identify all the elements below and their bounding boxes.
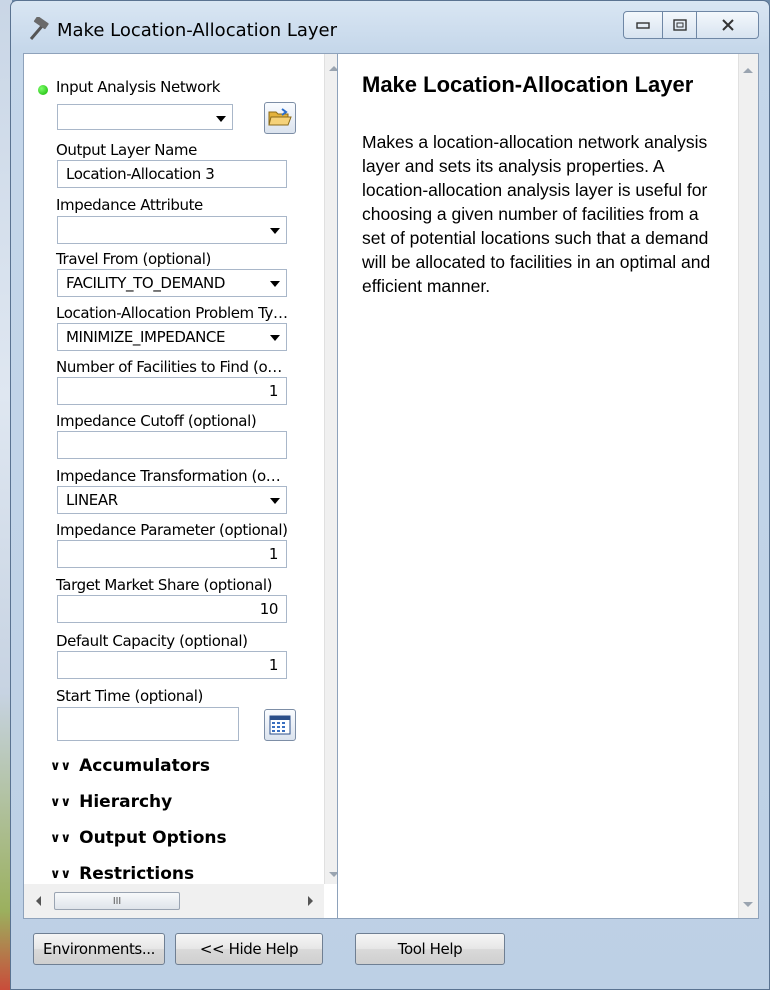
title-bar[interactable]: Make Location-Allocation Layer xyxy=(11,1,769,53)
start-time-input[interactable] xyxy=(57,707,239,741)
impedance-parameter-label: Impedance Parameter (optional) xyxy=(56,521,288,539)
impedance-attribute-dropdown[interactable] xyxy=(57,216,287,244)
window-title: Make Location-Allocation Layer xyxy=(57,20,338,41)
close-icon xyxy=(721,19,734,31)
section-restrictions[interactable]: ∨∨ Restrictions xyxy=(50,864,194,884)
impedance-cutoff-input[interactable] xyxy=(57,431,287,459)
travel-from-label: Travel From (optional) xyxy=(56,250,211,268)
target-share-label: Target Market Share (optional) xyxy=(56,576,273,594)
chevron-down-icon xyxy=(270,228,280,234)
input-network-label: Input Analysis Network xyxy=(56,78,221,96)
chevron-down-icon xyxy=(270,498,280,504)
input-network-dropdown[interactable] xyxy=(57,104,233,130)
expand-chevron-icon: ∨∨ xyxy=(50,758,72,774)
problem-type-dropdown[interactable]: MINIMIZE_IMPEDANCE xyxy=(57,323,287,351)
output-layer-label: Output Layer Name xyxy=(56,141,197,159)
scroll-down-icon[interactable] xyxy=(743,902,753,907)
scroll-right-icon[interactable] xyxy=(308,896,313,906)
tool-dialog: Make Location-Allocation Layer Input Ana… xyxy=(10,0,770,990)
environments-button[interactable]: Environments... xyxy=(33,933,165,965)
calendar-icon xyxy=(269,715,291,735)
open-folder-icon xyxy=(268,108,292,126)
impedance-transform-dropdown[interactable]: LINEAR xyxy=(57,486,287,514)
default-capacity-input[interactable]: 1 xyxy=(57,651,287,679)
section-output-options-label: Output Options xyxy=(79,828,227,848)
chevron-down-icon xyxy=(216,116,226,122)
start-time-label: Start Time (optional) xyxy=(56,687,203,705)
section-hierarchy[interactable]: ∨∨ Hierarchy xyxy=(50,792,172,812)
calendar-button[interactable] xyxy=(264,709,296,741)
chevron-down-icon xyxy=(270,335,280,341)
impedance-transform-label: Impedance Transformation (o… xyxy=(56,467,281,485)
section-accumulators-label: Accumulators xyxy=(79,756,210,776)
expand-chevron-icon: ∨∨ xyxy=(50,866,72,882)
help-title: Make Location-Allocation Layer xyxy=(362,72,694,97)
impedance-parameter-input[interactable]: 1 xyxy=(57,540,287,568)
problem-type-value: MINIMIZE_IMPEDANCE xyxy=(66,328,226,346)
travel-from-dropdown[interactable]: FACILITY_TO_DEMAND xyxy=(57,269,287,297)
help-vertical-scrollbar[interactable] xyxy=(738,54,758,918)
parameter-pane: Input Analysis Network Output Layer Name… xyxy=(23,53,343,919)
chevron-down-icon xyxy=(270,281,280,287)
section-restrictions-label: Restrictions xyxy=(79,864,195,884)
hammer-icon xyxy=(25,16,51,41)
output-layer-input[interactable]: Location-Allocation 3 xyxy=(57,160,287,188)
help-pane: Make Location-Allocation Layer Makes a l… xyxy=(337,53,759,919)
section-output-options[interactable]: ∨∨ Output Options xyxy=(50,828,227,848)
scroll-thumb[interactable]: III xyxy=(54,892,180,910)
minimize-icon xyxy=(636,22,650,29)
maximize-button[interactable] xyxy=(663,11,697,39)
impedance-cutoff-label: Impedance Cutoff (optional) xyxy=(56,412,257,430)
parameter-list: Input Analysis Network Output Layer Name… xyxy=(24,54,324,884)
travel-from-value: FACILITY_TO_DEMAND xyxy=(66,274,226,292)
scroll-up-icon[interactable] xyxy=(743,68,753,73)
close-button[interactable] xyxy=(697,11,759,39)
problem-type-label: Location-Allocation Problem Ty… xyxy=(56,304,288,322)
expand-chevron-icon: ∨∨ xyxy=(50,794,72,810)
num-facilities-input[interactable]: 1 xyxy=(57,377,287,405)
minimize-button[interactable] xyxy=(623,11,663,39)
scroll-left-icon[interactable] xyxy=(36,896,41,906)
section-accumulators[interactable]: ∨∨ Accumulators xyxy=(50,756,210,776)
parameter-horizontal-scrollbar[interactable]: III xyxy=(24,884,324,918)
required-dot-icon xyxy=(38,85,48,95)
expand-chevron-icon: ∨∨ xyxy=(50,830,72,846)
impedance-transform-value: LINEAR xyxy=(66,491,118,509)
default-capacity-label: Default Capacity (optional) xyxy=(56,632,248,650)
window-controls xyxy=(623,11,759,39)
tool-help-button[interactable]: Tool Help xyxy=(355,933,505,965)
maximize-icon xyxy=(672,19,687,31)
section-hierarchy-label: Hierarchy xyxy=(79,792,173,812)
browse-folder-button[interactable] xyxy=(264,102,296,134)
impedance-attribute-label: Impedance Attribute xyxy=(56,196,203,214)
scroll-grip-icon: III xyxy=(112,895,122,907)
hide-help-button[interactable]: << Hide Help xyxy=(175,933,323,965)
help-description: Makes a location-allocation network anal… xyxy=(362,132,711,296)
target-share-input[interactable]: 10 xyxy=(57,595,287,623)
num-facilities-label: Number of Facilities to Find (o… xyxy=(56,358,282,376)
